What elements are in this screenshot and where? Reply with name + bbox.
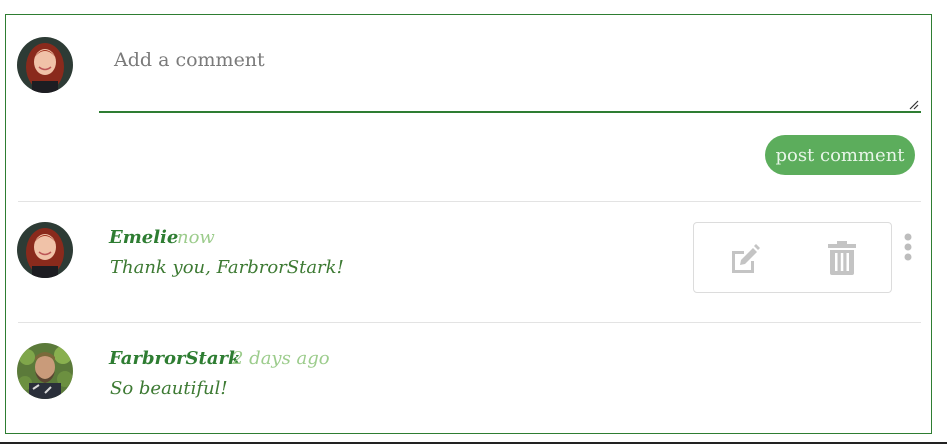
divider [18,322,921,323]
comment-avatar [17,343,73,399]
comment-text: So beautiful! [110,378,228,399]
comment-author[interactable]: FarbrorStark [109,348,240,369]
resize-handle-icon[interactable] [909,100,919,110]
comment-avatar [17,222,73,278]
comment-timestamp: now [177,227,215,248]
comment-input[interactable] [99,15,921,113]
trash-icon[interactable] [827,240,857,276]
post-comment-button[interactable]: post comment [765,135,915,175]
more-vertical-icon[interactable] [903,233,913,263]
edit-icon[interactable] [726,241,762,277]
divider [18,201,921,202]
comment-text: Thank you, FarbrorStark! [110,257,344,278]
comment-timestamp: 2 days ago [232,348,330,369]
comments-panel: post comment Emelie now Thank you, Farbr… [5,14,932,434]
page-bottom-border [0,442,947,444]
comment-actions-menu [693,222,892,293]
current-user-avatar [17,37,73,93]
comment-author[interactable]: Emelie [109,227,178,248]
